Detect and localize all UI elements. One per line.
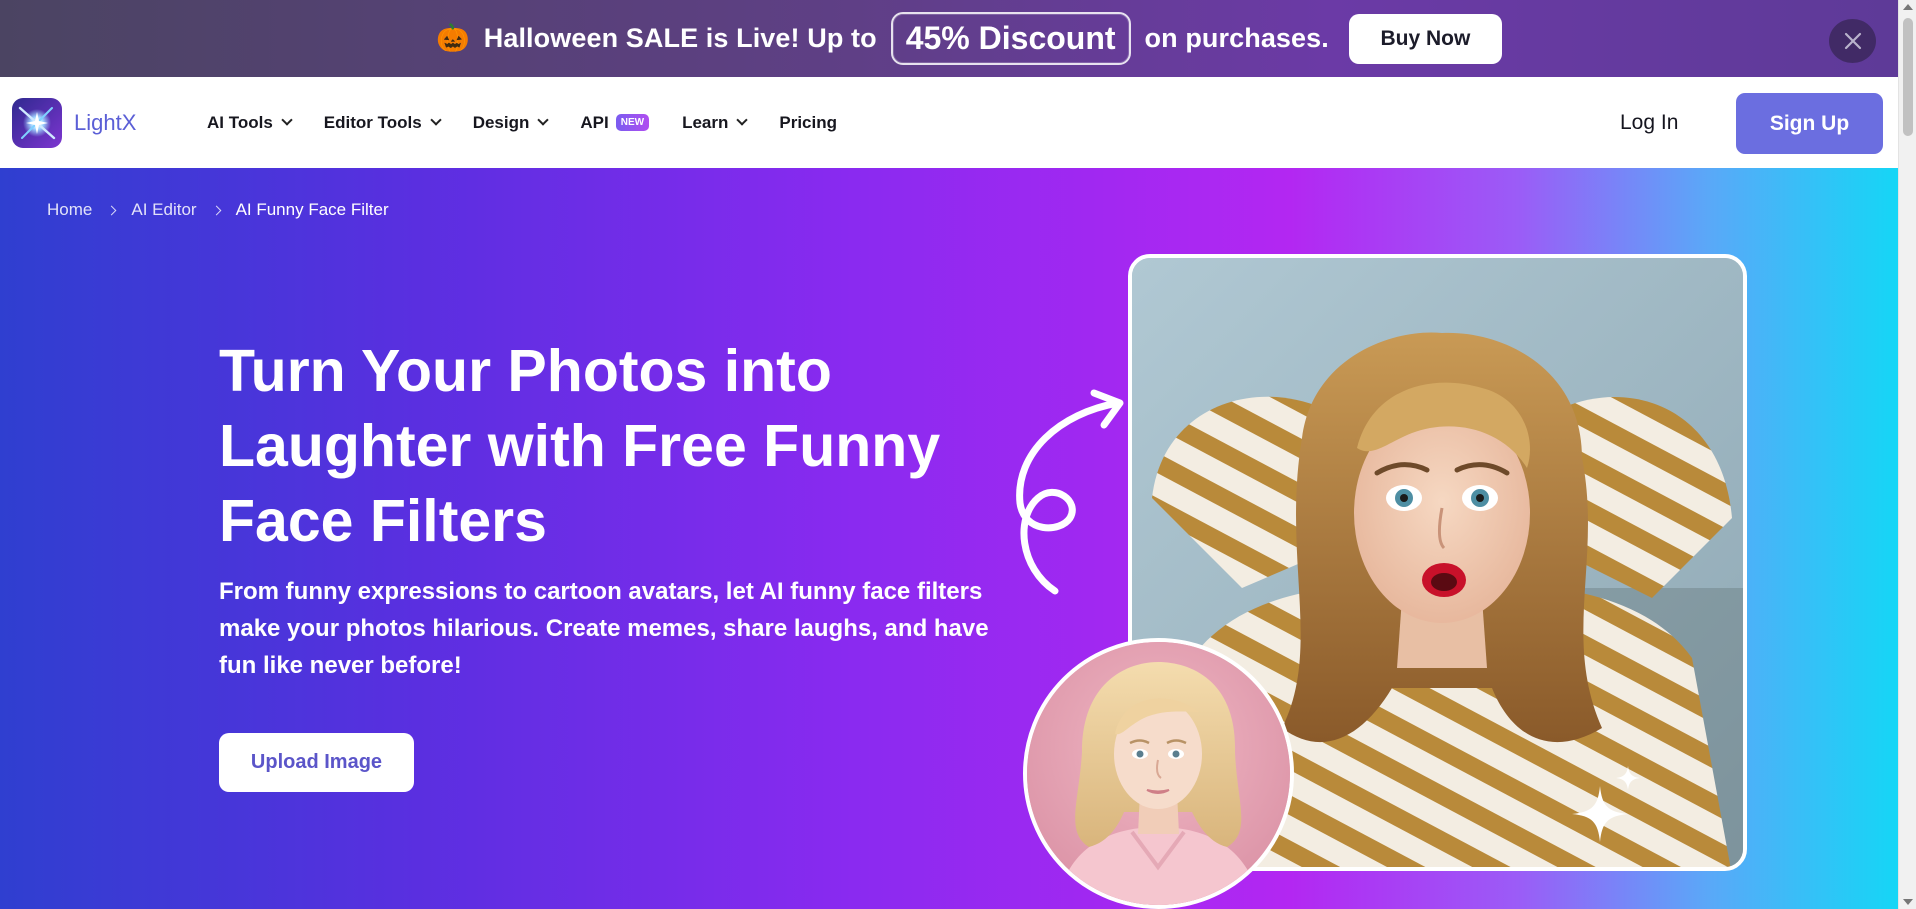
promo-text-before: Halloween SALE is Live! Up to [483, 23, 877, 53]
chevron-down-icon [281, 114, 293, 126]
close-icon[interactable] [1829, 19, 1876, 63]
chevron-down-icon [736, 114, 749, 126]
nav-menu: AI Tools Editor Tools Design API NEW Lea… [207, 77, 870, 168]
scroll-down-arrow-icon[interactable] [1903, 899, 1913, 905]
pumpkin-icon: 🎃 [436, 23, 470, 53]
signup-button[interactable]: Sign Up [1736, 93, 1883, 154]
nav-item-api[interactable]: API NEW [580, 112, 650, 133]
nav-item-learn[interactable]: Learn [682, 112, 749, 133]
scroll-up-arrow-icon[interactable] [1903, 4, 1913, 10]
lightx-logo-icon [12, 98, 62, 148]
blonde-woman-image [1027, 642, 1290, 905]
nav-item-label: API [580, 112, 609, 132]
breadcrumb-home[interactable]: Home [47, 200, 92, 220]
login-link[interactable]: Log In [1620, 111, 1678, 135]
promo-banner: 🎃 Halloween SALE is Live! Up to 45% Disc… [0, 0, 1898, 77]
new-badge: NEW [615, 114, 650, 131]
hero-subtitle: From funny expressions to cartoon avatar… [219, 578, 989, 679]
nav-item-label: Pricing [779, 112, 837, 132]
breadcrumb-current: AI Funny Face Filter [235, 200, 389, 219]
brand-logo-link[interactable]: LightX [12, 98, 136, 148]
promo-text-after: on purchases. [1144, 23, 1329, 53]
breadcrumb: Home AI Editor AI Funny Face Filter [47, 200, 389, 220]
nav-item-label: Learn [682, 112, 729, 132]
main-navbar: LightX AI Tools Editor Tools Design API … [0, 77, 1898, 168]
hero-section: Home AI Editor AI Funny Face Filter Turn… [0, 168, 1898, 909]
page-title: Turn Your Photos into Laughter with Free… [219, 334, 979, 559]
chevron-right-icon [211, 205, 222, 215]
curly-arrow-icon [1016, 389, 1124, 595]
buy-now-button[interactable]: Buy Now [1348, 13, 1502, 64]
nav-item-label: Design [472, 112, 530, 132]
original-photo [1023, 638, 1294, 909]
upload-image-button[interactable]: Upload Image [219, 733, 414, 792]
breadcrumb-ai-editor[interactable]: AI Editor [131, 200, 196, 220]
nav-item-label: Editor Tools [323, 112, 422, 132]
chevron-down-icon [430, 114, 442, 126]
nav-item-design[interactable]: Design [472, 112, 550, 133]
sparkle-icon [1572, 766, 1640, 842]
nav-item-ai-tools[interactable]: AI Tools [207, 112, 293, 133]
promo-content: 🎃 Halloween SALE is Live! Up to 45% Disc… [436, 12, 1502, 65]
nav-item-pricing[interactable]: Pricing [779, 113, 837, 133]
promo-discount-badge: 45% Discount [890, 12, 1131, 65]
nav-item-label: AI Tools [207, 112, 273, 132]
page-scrollbar[interactable] [1898, 0, 1916, 909]
chevron-down-icon [537, 114, 550, 126]
title-line: Turn Your Photos into [219, 338, 832, 404]
scroll-thumb[interactable] [1903, 18, 1913, 136]
brand-name: LightX [74, 110, 137, 135]
title-line: Face Filters [219, 488, 547, 554]
title-line: Laughter with Free Funny [219, 413, 941, 479]
chevron-right-icon [106, 205, 117, 215]
nav-item-editor-tools[interactable]: Editor Tools [323, 112, 442, 133]
